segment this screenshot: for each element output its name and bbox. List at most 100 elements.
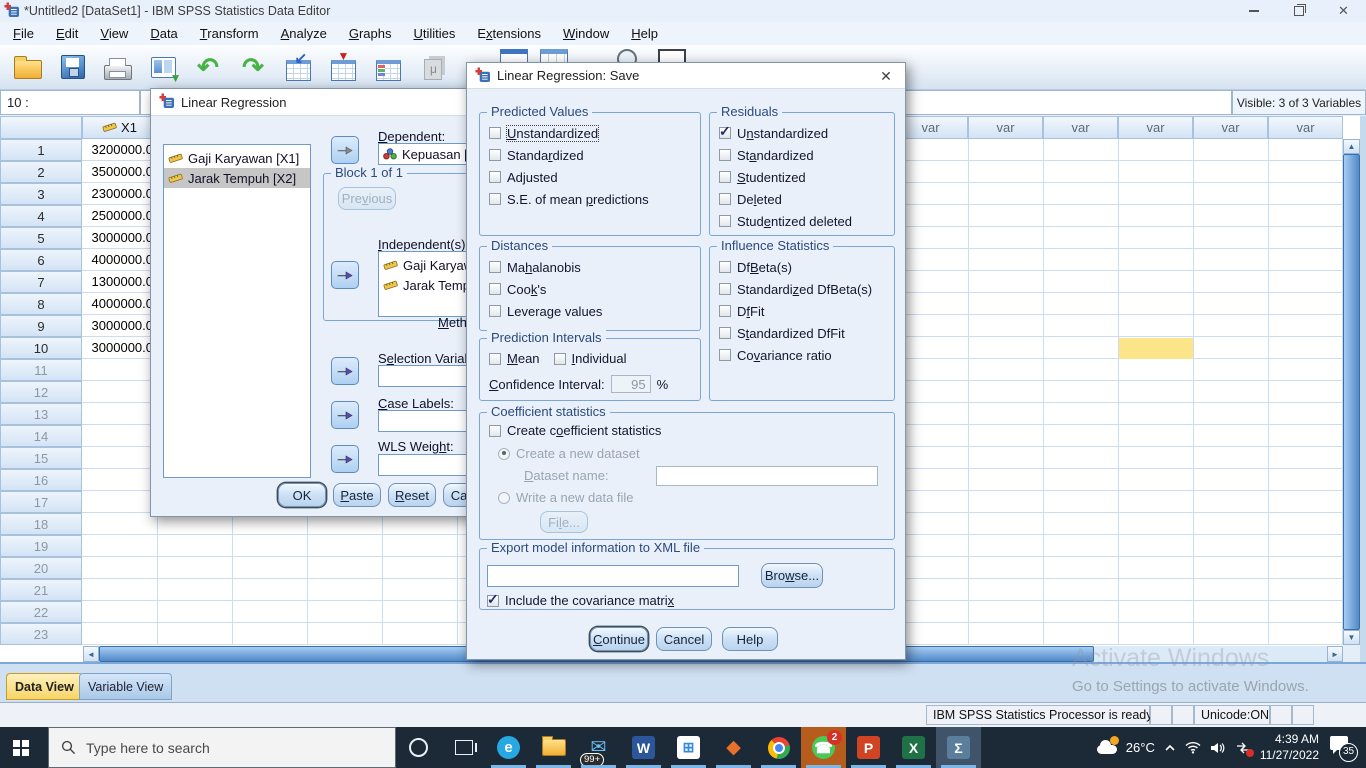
taskbar-app-store[interactable]: ⊞: [666, 727, 711, 768]
write-data-file-radio-row[interactable]: Write a new data file: [498, 490, 634, 505]
print-icon[interactable]: [100, 49, 136, 85]
row-header[interactable]: 8: [0, 293, 82, 315]
xml-path-input[interactable]: [487, 565, 739, 587]
checkbox-item[interactable]: Deleted: [710, 188, 894, 210]
taskbar-app-powerpoint[interactable]: P: [846, 727, 891, 768]
row-header[interactable]: 11: [0, 359, 82, 381]
data-cell[interactable]: 3000000.0: [82, 315, 157, 337]
tab-variable-view[interactable]: Variable View: [79, 673, 172, 700]
create-coefficient-row[interactable]: Create coefficient statistics: [489, 423, 661, 438]
row-header[interactable]: 23: [0, 623, 82, 645]
taskbar-app-chrome[interactable]: [756, 727, 801, 768]
open-data-icon[interactable]: [10, 49, 46, 85]
taskbar-app-whatsapp[interactable]: ☎2: [801, 727, 846, 768]
checkbox[interactable]: [719, 215, 731, 227]
new-dataset-radio-row[interactable]: Create a new dataset: [498, 446, 640, 461]
checkbox[interactable]: [719, 149, 731, 161]
cancel-button[interactable]: Cancel: [656, 627, 712, 651]
row-header[interactable]: 18: [0, 513, 82, 535]
checkbox-item[interactable]: Adjusted: [480, 166, 700, 188]
checkbox-item[interactable]: Studentized deleted: [710, 210, 894, 232]
menu-window[interactable]: Window: [552, 22, 620, 45]
row-header[interactable]: 7: [0, 271, 82, 293]
volume-icon[interactable]: [1210, 742, 1226, 754]
data-cell[interactable]: 3500000.0: [82, 161, 157, 183]
cell-reference-box[interactable]: 10 :: [0, 90, 140, 115]
taskbar-app-edge[interactable]: e: [486, 727, 531, 768]
taskbar-app-file-explorer[interactable]: [531, 727, 576, 768]
row-header[interactable]: 20: [0, 557, 82, 579]
menu-help[interactable]: Help: [620, 22, 669, 45]
data-cell[interactable]: 3000000.0: [82, 227, 157, 249]
checkbox-item[interactable]: Cook's: [480, 278, 700, 300]
checkbox-item[interactable]: Standardized: [480, 144, 700, 166]
row-header[interactable]: 17: [0, 491, 82, 513]
row-header[interactable]: 21: [0, 579, 82, 601]
taskbar-app-matlab[interactable]: ◆: [711, 727, 756, 768]
menu-utilities[interactable]: Utilities: [402, 22, 466, 45]
move-case-labels-button[interactable]: [331, 401, 359, 429]
row-header[interactable]: 4: [0, 205, 82, 227]
row-header[interactable]: 14: [0, 425, 82, 447]
checkbox[interactable]: [489, 193, 501, 205]
vertical-scroll-thumb[interactable]: [1343, 154, 1360, 630]
data-cell[interactable]: 3200000.0: [82, 139, 157, 161]
checkbox-item[interactable]: Mahalanobis: [480, 256, 700, 278]
row-header[interactable]: 12: [0, 381, 82, 403]
close-button[interactable]: ✕: [1321, 0, 1366, 22]
recall-dialogs-icon[interactable]: [145, 49, 181, 85]
checkbox-item[interactable]: Unstandardized: [480, 122, 700, 144]
checkbox[interactable]: [719, 171, 731, 183]
row-header[interactable]: 19: [0, 535, 82, 557]
data-cell[interactable]: 2300000.0: [82, 183, 157, 205]
row-header[interactable]: 6: [0, 249, 82, 271]
confidence-interval-input[interactable]: 95: [611, 375, 651, 393]
data-cell[interactable]: 2500000.0: [82, 205, 157, 227]
row-header[interactable]: 3: [0, 183, 82, 205]
radio-button[interactable]: [498, 448, 510, 460]
checkbox[interactable]: [719, 193, 731, 205]
include-covariance-row[interactable]: Include the covariance matrix: [487, 593, 674, 608]
checkbox-item[interactable]: Leverage values: [480, 300, 700, 322]
data-cell[interactable]: 1300000.0: [82, 271, 157, 293]
checkbox[interactable]: [719, 327, 731, 339]
row-header[interactable]: 10: [0, 337, 82, 359]
taskbar-app-mail[interactable]: ✉99+: [576, 727, 621, 768]
checkbox[interactable]: [719, 127, 731, 139]
checkbox[interactable]: [489, 425, 501, 437]
sync-error-icon[interactable]: [1235, 742, 1251, 754]
scroll-down-button[interactable]: ▼: [1343, 630, 1360, 645]
minimize-button[interactable]: [1231, 0, 1276, 22]
checkbox-item[interactable]: Covariance ratio: [710, 344, 894, 366]
row-header[interactable]: 9: [0, 315, 82, 337]
column-header-var[interactable]: var: [1118, 116, 1193, 139]
task-view-button[interactable]: [441, 727, 486, 768]
checkbox-item[interactable]: Unstandardized: [710, 122, 894, 144]
variable-item[interactable]: Gaji Karyawan [X1]: [164, 148, 310, 168]
column-header-var[interactable]: var: [1043, 116, 1118, 139]
checkbox[interactable]: [719, 305, 731, 317]
row-header[interactable]: 2: [0, 161, 82, 183]
move-wls-button[interactable]: [331, 445, 359, 473]
checkbox-item[interactable]: Standardized DfBeta(s): [710, 278, 894, 300]
restore-button[interactable]: [1276, 0, 1321, 22]
checkbox[interactable]: [719, 261, 731, 273]
checkbox-item[interactable]: Standardized DfFit: [710, 322, 894, 344]
checkbox-item[interactable]: Standardized: [710, 144, 894, 166]
start-button[interactable]: [0, 727, 48, 768]
move-selection-button[interactable]: [331, 357, 359, 385]
column-header-var[interactable]: var: [1268, 116, 1343, 139]
file-button[interactable]: File...: [540, 511, 588, 533]
checkbox[interactable]: [487, 595, 499, 607]
checkbox[interactable]: [489, 283, 501, 295]
save-dialog-titlebar[interactable]: Linear Regression: Save ✕: [467, 63, 905, 89]
undo-icon[interactable]: [190, 49, 226, 85]
scroll-up-button[interactable]: ▲: [1343, 139, 1360, 154]
radio-button[interactable]: [498, 492, 510, 504]
scroll-right-button[interactable]: ►: [1327, 646, 1343, 662]
row-header[interactable]: 13: [0, 403, 82, 425]
checkbox[interactable]: [489, 353, 501, 365]
mean-checkbox-row[interactable]: Mean Individual: [489, 351, 627, 366]
variable-item[interactable]: Jarak Tempuh [X2]: [164, 168, 310, 188]
tray-chevron-icon[interactable]: [1164, 744, 1176, 752]
